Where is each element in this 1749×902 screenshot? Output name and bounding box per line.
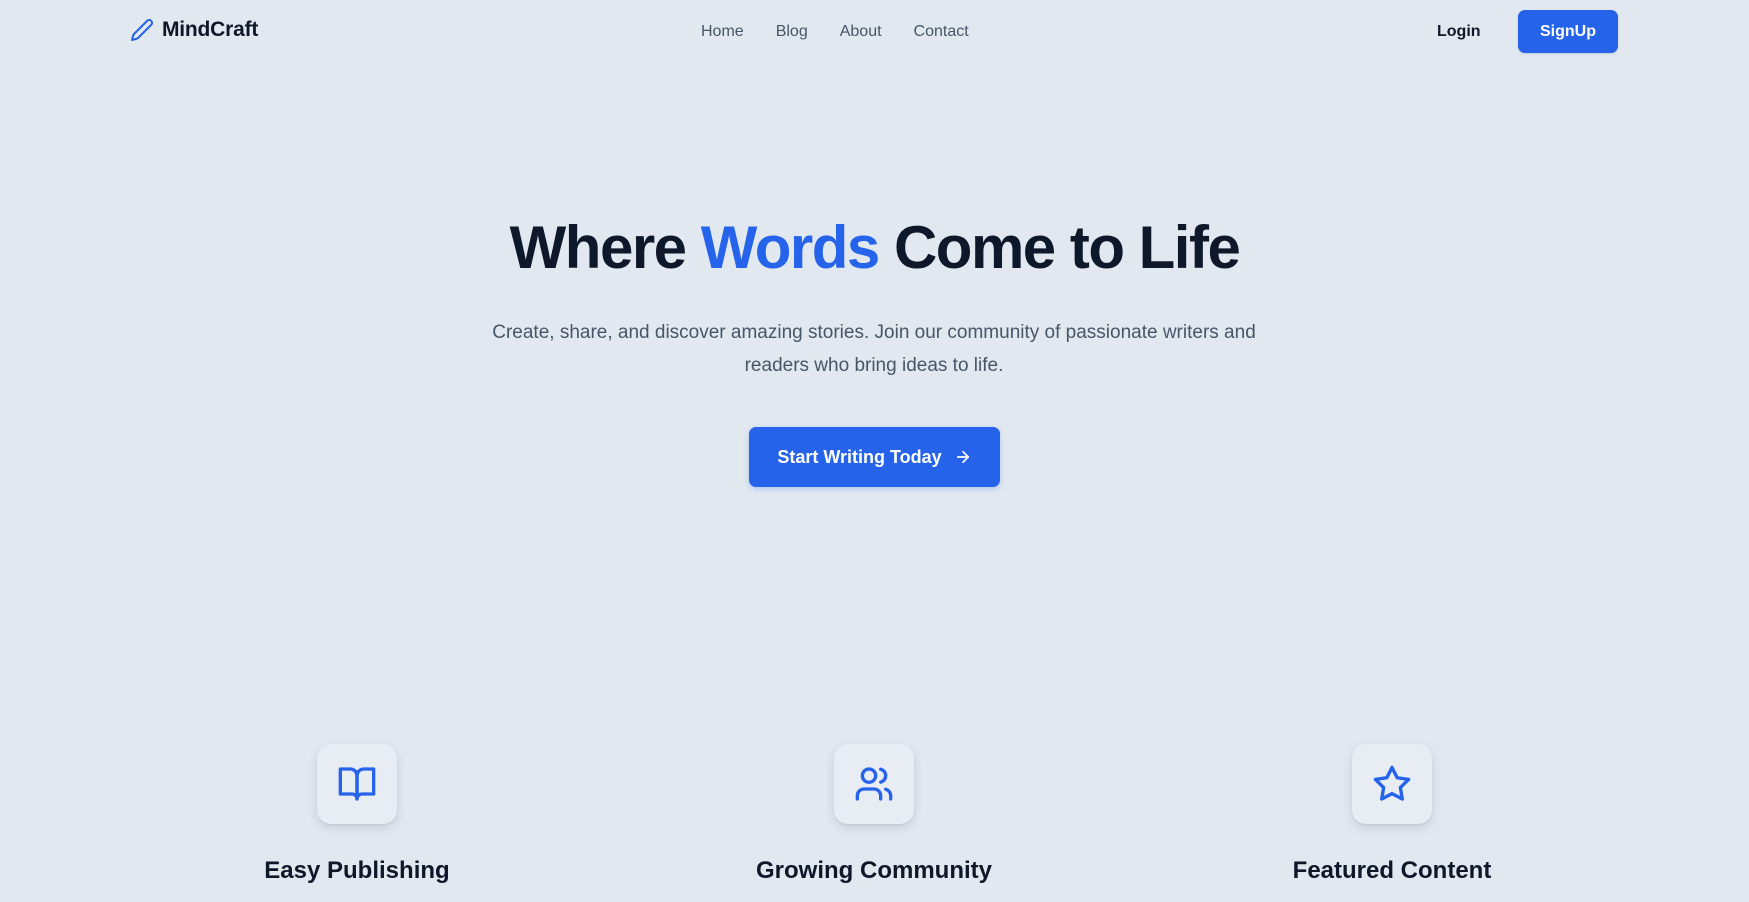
nav-link-contact[interactable]: Contact — [914, 21, 969, 43]
nav-link-blog[interactable]: Blog — [776, 21, 808, 43]
star-icon — [1373, 765, 1411, 801]
book-open-icon — [338, 767, 376, 801]
nav-link-home[interactable]: Home — [701, 21, 744, 43]
brand-logo-link[interactable]: MindCraft — [130, 18, 258, 42]
arrow-right-icon — [956, 450, 969, 464]
feature-title: Growing Community — [756, 857, 992, 884]
feature-card-featured: Featured Content — [1182, 744, 1602, 887]
hero-title-start: Where — [509, 214, 701, 281]
feature-card-publishing: Easy Publishing — [147, 744, 567, 887]
top-navbar: MindCraft Home Blog About Contact Login … — [0, 0, 1749, 64]
hero-title-end: Come to Life — [878, 214, 1241, 281]
brand-name: MindCraft — [162, 18, 259, 41]
start-writing-button[interactable]: Start Writing Today — [749, 427, 1000, 487]
feature-icon-box — [317, 744, 397, 824]
hero-title: Where Words Come to Life — [0, 210, 1749, 286]
login-link[interactable]: Login — [1437, 21, 1481, 43]
feature-icon-box — [1352, 744, 1432, 824]
signup-button[interactable]: SignUp — [1518, 10, 1618, 53]
users-icon — [855, 767, 893, 801]
pencil-icon — [131, 19, 154, 41]
nav-link-about[interactable]: About — [840, 21, 882, 43]
main-nav: Home Blog About Contact — [701, 21, 969, 43]
feature-icon-box — [834, 744, 914, 824]
start-writing-label: Start Writing Today — [777, 446, 942, 467]
feature-title: Easy Publishing — [264, 857, 450, 884]
hero-subtitle: Create, share, and discover amazing stor… — [492, 322, 1256, 376]
feature-card-community: Growing Community — [664, 744, 1084, 887]
feature-title: Featured Content — [1292, 857, 1492, 884]
hero-title-accent: Words — [700, 214, 881, 281]
